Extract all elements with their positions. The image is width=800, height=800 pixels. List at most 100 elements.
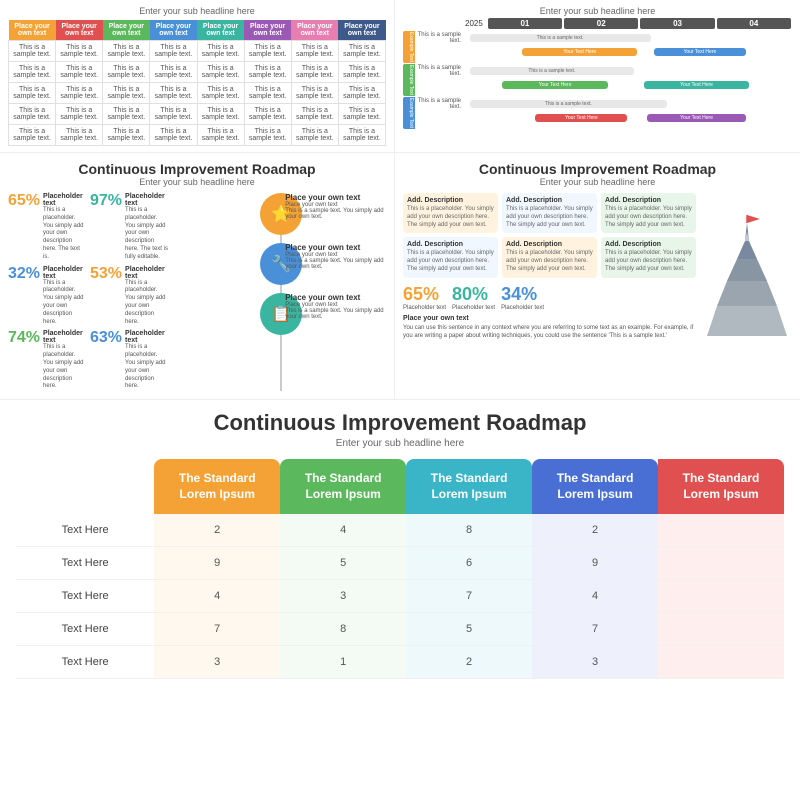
pricing-row-3: Text Here 4 3 7 4 bbox=[16, 580, 784, 613]
cell-green-2: 5 bbox=[280, 547, 406, 580]
cell-cyan-1: 8 bbox=[406, 514, 532, 547]
sample-table: Place your own text Place your own text … bbox=[8, 20, 386, 146]
pricing-table: The StandardLorem Ipsum The StandardLore… bbox=[16, 459, 784, 679]
roadmap-bottom-stats: 65% Placeholder text 80% Placeholder tex… bbox=[403, 284, 696, 311]
table-panel: Enter your sub headline here Place your … bbox=[0, 0, 395, 152]
pricing-row-5: Text Here 3 1 2 3 bbox=[16, 646, 784, 679]
gantt-year: 2025 bbox=[465, 19, 483, 28]
pricing-row-4: Text Here 7 8 5 7 bbox=[16, 613, 784, 646]
stat-63: 63% Placeholder text This is a placehold… bbox=[90, 330, 168, 391]
cell-orange-2: 9 bbox=[154, 547, 280, 580]
roadmap-left-panel: Continuous Improvement Roadmap Enter you… bbox=[0, 153, 395, 399]
gantt-bar: This is a sample text. bbox=[470, 34, 651, 42]
col-header-8: Place your own text bbox=[338, 20, 385, 41]
stat-53: 53% Placeholder text This is a placehold… bbox=[90, 266, 168, 327]
col-header-2: Place your own text bbox=[56, 20, 103, 41]
stat-title: Placeholder text bbox=[43, 266, 86, 280]
cell-green-4: 8 bbox=[280, 613, 406, 646]
table-subtitle: Enter your sub headline here bbox=[8, 6, 386, 16]
table-row: This is a sample text. This is a sample … bbox=[9, 83, 386, 104]
stat-title: Placeholder text bbox=[125, 330, 168, 344]
timeline-item-3: 📋 Place your own text Place your own tex… bbox=[176, 293, 386, 335]
col-header-cyan: The StandardLorem Ipsum bbox=[406, 459, 532, 514]
mountain-visual bbox=[702, 193, 792, 341]
gantt-subtitle: Enter your sub headline here bbox=[403, 6, 792, 16]
stat-percent: 97% bbox=[90, 193, 122, 209]
cell-cyan-4: 5 bbox=[406, 613, 532, 646]
cell-orange-5: 3 bbox=[154, 646, 280, 679]
gantt-group-2: Example Text This is a sample text. This… bbox=[403, 64, 792, 96]
stat-percent: 53% bbox=[90, 266, 122, 282]
cell-green-5: 1 bbox=[280, 646, 406, 679]
gantt-chart: 2025 01 02 03 04 Example Text This is a … bbox=[403, 18, 792, 129]
timeline-item-2: 🔧 Place your own text Place your own tex… bbox=[176, 243, 386, 285]
stat-title: Placeholder text bbox=[125, 266, 168, 280]
gantt-row-label: This is a sample text. bbox=[415, 32, 463, 44]
gantt-col-01: 01 bbox=[488, 18, 562, 29]
row-label-1: Text Here bbox=[16, 514, 154, 547]
stat-percent: 63% bbox=[90, 330, 122, 346]
gantt-panel: Enter your sub headline here 2025 01 02 … bbox=[395, 0, 800, 152]
col-header-green: The StandardLorem Ipsum bbox=[280, 459, 406, 514]
roadmap-right-panel: Continuous Improvement Roadmap Enter you… bbox=[395, 153, 800, 399]
stat-title: Placeholder text bbox=[43, 193, 86, 207]
gantt-bar: Your Text Here bbox=[654, 48, 746, 56]
gantt-col-02: 02 bbox=[564, 18, 638, 29]
bottom-title: Continuous Improvement Roadmap bbox=[16, 410, 784, 436]
table-row: This is a sample text. This is a sample … bbox=[9, 62, 386, 83]
cell-red-5 bbox=[658, 646, 784, 679]
roadmap-place-label: Place your own text bbox=[403, 315, 696, 322]
stat-32: 32% Placeholder text This is a placehold… bbox=[8, 266, 86, 327]
empty-header bbox=[16, 459, 154, 514]
gantt-group-label-3: Example Text bbox=[403, 97, 415, 129]
stat-body: This is a placeholder. You simply add yo… bbox=[43, 207, 86, 262]
desc-card-6: Add. Description This is a placeholder. … bbox=[601, 237, 696, 277]
stat-percent: 32% bbox=[8, 266, 40, 282]
pricing-row-1: Text Here 2 4 8 2 bbox=[16, 514, 784, 547]
gantt-row-label: This is a sample text. bbox=[415, 98, 463, 110]
table-row: This is a sample text. This is a sample … bbox=[9, 41, 386, 62]
gantt-bar: Your Text Here bbox=[647, 114, 746, 122]
middle-section: Continuous Improvement Roadmap Enter you… bbox=[0, 152, 800, 399]
cell-red-3 bbox=[658, 580, 784, 613]
roadmap-desc-text: You can use this sentence in any context… bbox=[403, 324, 696, 341]
row-label-5: Text Here bbox=[16, 646, 154, 679]
cell-blue-4: 7 bbox=[532, 613, 658, 646]
desc-card-5: Add. Description This is a placeholder. … bbox=[502, 237, 597, 277]
col-header-blue: The StandardLorem Ipsum bbox=[532, 459, 658, 514]
desc-card-4: Add. Description This is a placeholder. … bbox=[403, 237, 498, 277]
stat-97: 97% Placeholder text This is a placehold… bbox=[90, 193, 168, 262]
gantt-group-label-1: Example Text bbox=[403, 31, 415, 63]
cell-green-3: 3 bbox=[280, 580, 406, 613]
stat-body: This is a placeholder. You simply add yo… bbox=[125, 344, 168, 391]
col-header-3: Place your own text bbox=[103, 20, 150, 41]
cell-red-2 bbox=[658, 547, 784, 580]
col-header-5: Place your own text bbox=[197, 20, 244, 41]
roadmap-left-content: 65% Placeholder text This is a placehold… bbox=[8, 193, 386, 391]
gantt-bar: This is a sample text. bbox=[470, 100, 667, 108]
col-header-1: Place your own text bbox=[9, 20, 56, 41]
cell-orange-1: 2 bbox=[154, 514, 280, 547]
gantt-row-label: This is a sample text. bbox=[415, 65, 463, 77]
timeline-item-1: ⭐ Place your own text Place your own tex… bbox=[176, 193, 386, 235]
row-label-3: Text Here bbox=[16, 580, 154, 613]
desc-card-1: Add. Description This is a placeholder. … bbox=[403, 193, 498, 233]
bottom-section: Continuous Improvement Roadmap Enter you… bbox=[0, 399, 800, 695]
cell-green-1: 4 bbox=[280, 514, 406, 547]
gantt-col-03: 03 bbox=[640, 18, 714, 29]
desc-card-2: Add. Description This is a placeholder. … bbox=[502, 193, 597, 233]
top-section: Enter your sub headline here Place your … bbox=[0, 0, 800, 152]
stat-body: This is a placeholder. You simply add yo… bbox=[43, 344, 86, 391]
cell-blue-3: 4 bbox=[532, 580, 658, 613]
stat-body: This is a placeholder. You simply add yo… bbox=[125, 280, 168, 327]
stat-title: Placeholder text bbox=[125, 193, 168, 207]
pricing-row-2: Text Here 9 5 6 9 bbox=[16, 547, 784, 580]
col-header-6: Place your own text bbox=[244, 20, 291, 41]
cell-red-4 bbox=[658, 613, 784, 646]
gantt-bar: Your Text Here bbox=[502, 81, 607, 89]
cell-orange-3: 4 bbox=[154, 580, 280, 613]
cell-blue-5: 3 bbox=[532, 646, 658, 679]
col-header-7: Place your own text bbox=[291, 20, 338, 41]
roadmap-left-subtitle: Enter your sub headline here bbox=[8, 177, 386, 187]
table-row: This is a sample text. This is a sample … bbox=[9, 125, 386, 146]
